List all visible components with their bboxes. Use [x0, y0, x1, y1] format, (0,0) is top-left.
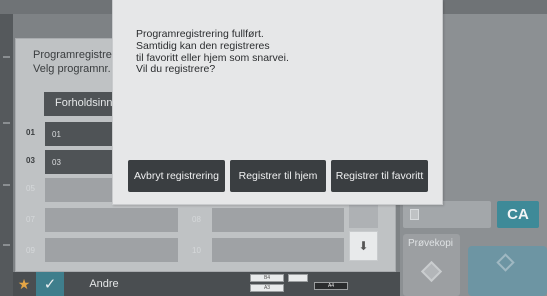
- cancel-registration-button[interactable]: Avbryt registrering: [128, 160, 225, 192]
- program-number: 09: [26, 246, 35, 255]
- program-panel-subtitle: Velg programnr. f: [33, 63, 117, 75]
- start-button[interactable]: [468, 246, 547, 296]
- program-number: 10: [192, 246, 201, 255]
- paper-thumb: A3: [250, 284, 284, 292]
- paper-thumb: A4: [314, 282, 348, 290]
- document-icon: [410, 209, 419, 220]
- program-slot-09[interactable]: [45, 238, 178, 262]
- program-number: 05: [26, 184, 35, 193]
- rail-tick: [3, 56, 10, 58]
- rail-tick: [3, 244, 10, 246]
- scroll-down-button[interactable]: ⬇: [349, 231, 378, 261]
- original-thumbnails: B4 A3 A4: [230, 272, 350, 296]
- other-button[interactable]: Andre: [66, 272, 142, 296]
- left-rail: [0, 14, 13, 296]
- register-home-button[interactable]: Registrer til hjem: [230, 160, 326, 192]
- rail-tick: [3, 184, 10, 186]
- preview-copy-label: Prøvekopi: [408, 238, 454, 249]
- star-icon[interactable]: ★: [13, 272, 35, 296]
- program-slot-10[interactable]: [212, 238, 344, 262]
- program-number: 07: [26, 215, 35, 224]
- program-slot-08[interactable]: [212, 208, 344, 232]
- dialog-message: Programregistrering fullført. Samtidig k…: [136, 28, 289, 76]
- paper-thumb: B4: [250, 274, 284, 282]
- preview-copy-button[interactable]: Prøvekopi: [403, 234, 460, 296]
- program-number: 01: [26, 128, 35, 137]
- double-chevron-down-icon: ⬇: [358, 239, 369, 253]
- program-slot-07[interactable]: [45, 208, 178, 232]
- program-panel-title: Programregistreri: [33, 49, 118, 61]
- program-number: 08: [192, 215, 201, 224]
- check-icon[interactable]: ✓: [36, 272, 64, 296]
- image-settings-button[interactable]: [403, 201, 491, 228]
- register-favorite-button[interactable]: Registrer til favoritt: [331, 160, 428, 192]
- paper-thumb: [288, 274, 308, 282]
- start-diamond-icon: [420, 260, 443, 283]
- dialog-message-line: Samtidig kan den registreres: [136, 39, 270, 52]
- rail-tick: [3, 122, 10, 124]
- dialog-message-line: Vil du registrere?: [136, 63, 216, 76]
- clear-all-button[interactable]: CA: [497, 201, 539, 228]
- program-number: 03: [26, 156, 35, 165]
- start-diamond-icon: [496, 253, 515, 272]
